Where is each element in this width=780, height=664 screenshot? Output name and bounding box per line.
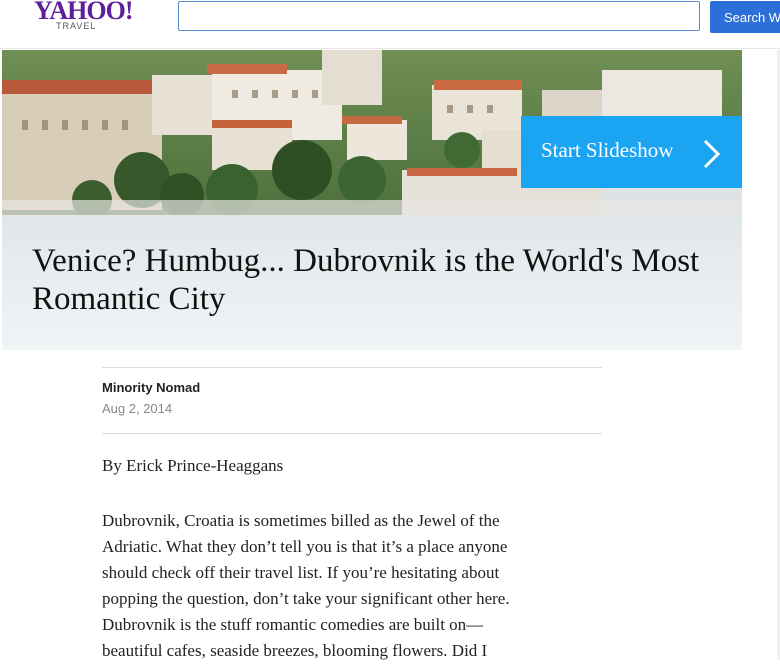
author-name[interactable]: Minority Nomad (102, 380, 200, 395)
body-line: Adriatic. What they don’t tell you is th… (102, 537, 508, 556)
right-gutter (742, 50, 780, 660)
search-web-button[interactable]: Search Web (710, 1, 780, 33)
divider-top (102, 367, 602, 368)
top-header: YAHOO! TRAVEL Search Web (0, 0, 780, 49)
chevron-right-icon (703, 139, 721, 169)
article-title: Venice? Humbug... Dubrovnik is the World… (32, 243, 700, 317)
search-input[interactable] (178, 1, 700, 31)
body-line: beautiful cafes, seaside breezes, bloomi… (102, 641, 488, 660)
logo-subtitle: TRAVEL (56, 21, 97, 31)
article-byline: By Erick Prince-Heaggans (102, 456, 284, 475)
slideshow-label: Start Slideshow (541, 138, 674, 162)
body-line: Dubrovnik, Croatia is sometimes billed a… (102, 511, 500, 530)
yahoo-travel-logo[interactable]: YAHOO! TRAVEL (34, 0, 133, 36)
divider-bottom (102, 433, 602, 434)
start-slideshow-button[interactable]: Start Slideshow (521, 116, 742, 188)
body-line: Dubrovnik is the stuff romantic comedies… (102, 615, 484, 634)
body-line: popping the question, don’t take your si… (102, 589, 510, 608)
body-line: should check off their travel list. If y… (102, 563, 500, 582)
hero-banner: Start Slideshow Venice? Humbug... Dubrov… (2, 50, 742, 350)
publish-date: Aug 2, 2014 (102, 401, 173, 416)
article-body: Dubrovnik, Croatia is sometimes billed a… (102, 508, 582, 664)
